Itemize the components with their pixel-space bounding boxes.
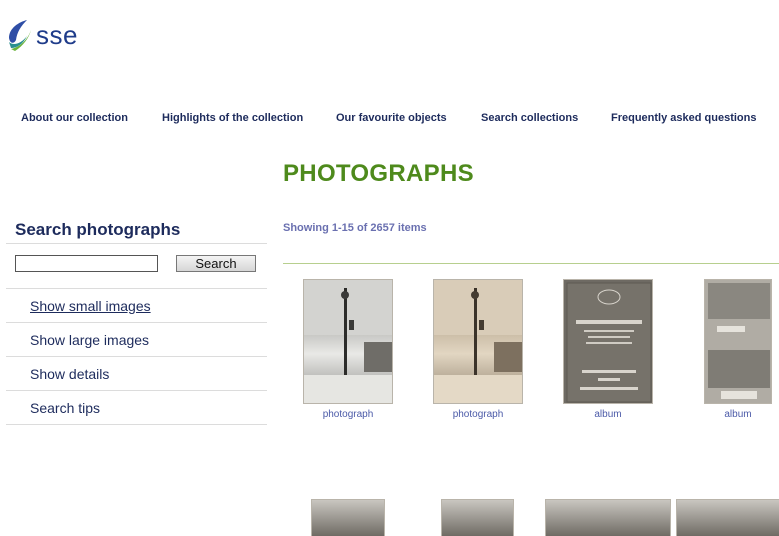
sse-logo[interactable]: sse: [7, 17, 78, 53]
nav-our-favourite-objects[interactable]: Our favourite objects: [336, 112, 447, 124]
logo-text: sse: [36, 20, 78, 50]
show-large-images-label: Show large images: [30, 332, 150, 348]
show-large-images-link[interactable]: Show large images: [6, 323, 267, 357]
sidebar-heading: Search photographs: [6, 218, 267, 244]
result-thumbnail[interactable]: [676, 499, 779, 536]
result-thumbnail[interactable]: [441, 499, 514, 536]
result-thumbnail[interactable]: [433, 279, 523, 404]
result-thumbnail[interactable]: [563, 279, 653, 404]
nav-about-our-collection[interactable]: About our collection: [21, 112, 128, 124]
show-details-label: Show details: [30, 366, 110, 382]
result-thumbnail[interactable]: [545, 499, 671, 536]
result-caption[interactable]: album: [563, 409, 653, 420]
result-thumbnail[interactable]: [303, 279, 393, 404]
sidebar: Search photographs Search Show small ima…: [6, 218, 267, 425]
result-caption[interactable]: album: [704, 409, 772, 420]
nav-search-collections[interactable]: Search collections: [481, 112, 578, 124]
search-tips-label: Search tips: [30, 400, 101, 416]
album-cover-icon: [566, 282, 652, 403]
search-button[interactable]: Search: [176, 255, 256, 272]
show-small-images-label: Show small images: [30, 298, 151, 314]
album-page-icon: [705, 280, 771, 403]
main-navigation: About our collection Highlights of the c…: [0, 112, 779, 128]
page-title: PHOTOGRAPHS: [283, 160, 474, 187]
street-lamp-photo-icon: [304, 280, 392, 403]
search-tips-link[interactable]: Search tips: [6, 391, 267, 425]
result-thumbnail[interactable]: [704, 279, 772, 404]
nav-highlights-of-the-collection[interactable]: Highlights of the collection: [162, 112, 303, 124]
street-lamp-photo-icon: [434, 280, 522, 403]
sidebar-search-form: Search: [6, 244, 267, 289]
show-small-images-link[interactable]: Show small images: [6, 289, 267, 323]
result-caption[interactable]: photograph: [303, 409, 393, 420]
search-input[interactable]: [15, 255, 158, 272]
result-thumbnail[interactable]: [311, 499, 385, 536]
results-divider: [283, 263, 779, 264]
result-caption[interactable]: photograph: [433, 409, 523, 420]
nav-frequently-asked-questions[interactable]: Frequently asked questions: [611, 112, 756, 124]
show-details-link[interactable]: Show details: [6, 357, 267, 391]
sse-swirl-icon: [9, 20, 31, 51]
results-count: Showing 1-15 of 2657 items: [283, 222, 427, 234]
